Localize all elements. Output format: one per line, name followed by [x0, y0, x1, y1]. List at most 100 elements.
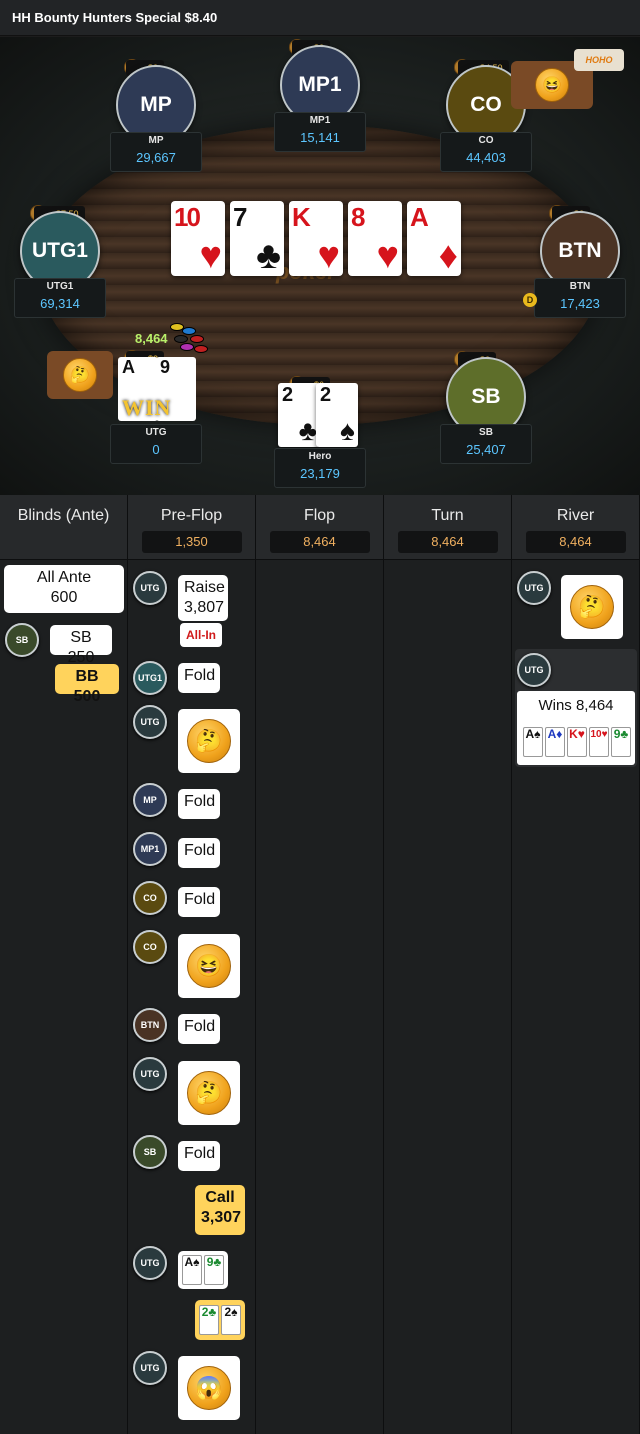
badge-co: CO — [133, 881, 167, 915]
column-turn-pot: 8,464 — [397, 531, 498, 553]
brand-logo-icon: HOHO — [574, 49, 624, 71]
hero-card-2-suit: ♠ — [340, 415, 355, 446]
seat-hero-namebox: Hero 23,179 — [274, 448, 366, 488]
column-preflop-header: Pre-Flop 1,350 — [128, 495, 256, 559]
utg-card-1-rank: A — [122, 357, 135, 377]
emoji-message: 😆 — [178, 934, 240, 998]
win-card-3: K♥ — [567, 727, 587, 757]
badge-utg: UTG — [133, 1351, 167, 1385]
board-card-5: A ♦ — [407, 201, 461, 276]
seat-mp1-name: MP1 — [309, 115, 331, 126]
seat-btn-stack: 17,423 — [560, 296, 600, 311]
seat-sb-name: SB — [479, 427, 493, 438]
ante-line1: All Ante — [36, 569, 92, 586]
column-river-title: River — [556, 507, 595, 524]
board-card-5-rank: A — [410, 202, 429, 232]
seat-utg1-name: UTG1 — [46, 281, 74, 292]
utg-show-cards: A♠ 9♣ — [178, 1251, 228, 1289]
utg-card-2-rank: 9 — [160, 357, 171, 377]
winner-panel: UTG Wins 8,464 A♠ A♦ K♥ 10♥ 9♣ — [515, 649, 637, 767]
hero-show-card-2: 2♠ — [221, 1305, 241, 1335]
seat-sb-stack: 25,407 — [466, 442, 506, 457]
emoji-message: 🤔 — [561, 575, 623, 639]
board-card-1-suit: ♥ — [199, 235, 222, 277]
emoji-message: 🤔 — [178, 1061, 240, 1125]
column-preflop-title: Pre-Flop — [160, 507, 223, 524]
column-turn-header: Turn 8,464 — [384, 495, 512, 559]
board-card-5-suit: ♦ — [438, 235, 458, 277]
dealer-button-icon: D — [523, 293, 537, 307]
seat-btn-name: BTN — [569, 281, 591, 292]
raise-bubble: Raise 3,807 — [178, 575, 228, 621]
ante-bubble: All Ante 600 — [4, 565, 124, 613]
seat-mp-stack: 29,667 — [136, 150, 176, 165]
column-blinds-header: Blinds (Ante) — [0, 495, 128, 559]
column-flop-pot: 8,464 — [269, 531, 370, 553]
board-card-3-rank: K — [292, 202, 311, 232]
board-card-3: K ♥ — [289, 201, 343, 276]
fold-bubble: Fold — [178, 1141, 220, 1171]
column-flop-header: Flop 8,464 — [256, 495, 384, 559]
seat-utg-namebox: UTG 0 — [110, 424, 202, 464]
seat-hero-stack: 23,179 — [300, 466, 340, 481]
badge-utg: UTG — [133, 1057, 167, 1091]
hero-card-1-rank: 2 — [282, 384, 294, 406]
badge-utg: UTG — [517, 653, 551, 687]
thinking-emoji-icon: 🤔 — [63, 358, 97, 392]
board-card-4-suit: ♥ — [376, 235, 399, 277]
pot-chips-icon — [160, 319, 210, 355]
badge-utg: UTG — [133, 705, 167, 739]
hero-show-cards: 2♣ 2♠ — [195, 1300, 245, 1340]
seat-co-namebox: CO 44,403 — [440, 132, 532, 172]
board-card-2: 7 ♣ — [230, 201, 284, 276]
seat-utg-name: UTG — [145, 427, 167, 438]
hero-card-2-rank: 2 — [320, 384, 332, 406]
seat-co-stack: 44,403 — [466, 150, 506, 165]
bb-bet-bubble: BB 500 — [55, 664, 119, 705]
emoji-message: 🤔 — [178, 709, 240, 773]
column-flop-body — [256, 559, 384, 1434]
seat-hero-name: Hero — [308, 451, 332, 462]
seat-utg1-stack: 69,314 — [40, 296, 80, 311]
hero-card-2[interactable]: 2 ♠ — [316, 383, 358, 447]
seat-co-name: CO — [478, 135, 494, 146]
badge-utg: UTG — [133, 571, 167, 605]
column-turn-title: Turn — [431, 507, 464, 524]
column-blinds-title: Blinds (Ante) — [17, 507, 110, 524]
seat-mp-namebox: MP 29,667 — [110, 132, 202, 172]
seat-utg-stack: 0 — [152, 442, 160, 457]
window-title: HH Bounty Hunters Special $8.40 — [0, 0, 640, 36]
show-card-1: A♠ — [182, 1255, 202, 1285]
hero-show-card-1: 2♣ — [199, 1305, 219, 1335]
raise-line2: 3,807 — [184, 599, 225, 616]
utg-emoji-bubble: 🤔 — [47, 351, 113, 399]
win-card-4: 10♥ — [589, 727, 609, 757]
hero-card-1-suit: ♣ — [298, 415, 317, 446]
sb-bet-bubble: SB 250 — [50, 625, 112, 666]
seat-utg1-namebox: UTG1 69,314 — [14, 278, 106, 318]
board-card-2-suit: ♣ — [256, 235, 281, 277]
shocked-emoji-icon: 😱 — [187, 1366, 231, 1410]
hero-card-1[interactable]: 2 ♣ — [278, 383, 320, 447]
badge-mp1: MP1 — [133, 832, 167, 866]
thinking-emoji-icon: 🤔 — [187, 1071, 231, 1115]
seat-mp1-stack: 15,141 — [300, 130, 340, 145]
wins-amount: Wins 8,464 — [538, 697, 614, 714]
badge-sb: SB — [5, 623, 39, 657]
seat-utg-hole-cards: A 9 WIN — [118, 357, 198, 423]
board-card-1-rank: 10 — [174, 202, 201, 232]
badge-btn: BTN — [133, 1008, 167, 1042]
allin-tag: All-In — [180, 623, 222, 647]
badge-utg: UTG — [517, 571, 551, 605]
board-card-4-rank: 8 — [351, 202, 366, 232]
board-card-2-rank: 7 — [233, 202, 248, 232]
thinking-emoji-icon: 🤔 — [187, 719, 231, 763]
badge-utg1: UTG1 — [133, 661, 167, 695]
board-card-1: 10 ♥ — [171, 201, 225, 276]
fold-bubble: Fold — [178, 838, 220, 868]
ante-line2: 600 — [50, 589, 78, 606]
seat-sb-namebox: SB 25,407 — [440, 424, 532, 464]
laughing-emoji-icon: 😆 — [187, 944, 231, 988]
laughing-emoji-icon: 😆 — [535, 68, 569, 102]
call-line1: Call — [205, 1189, 235, 1206]
